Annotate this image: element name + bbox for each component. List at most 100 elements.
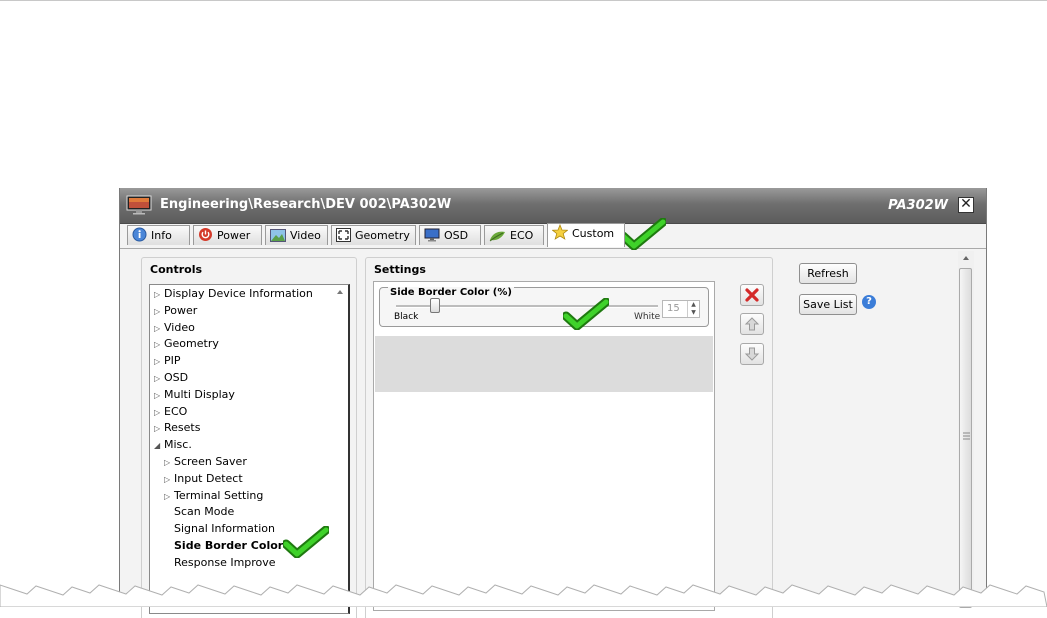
tab-osd[interactable]: OSD xyxy=(419,225,481,245)
tree-item[interactable]: ▷ PIP xyxy=(154,353,181,369)
move-up-button[interactable] xyxy=(740,313,764,335)
expand-arrow-icon[interactable]: ▷ xyxy=(154,388,164,404)
tab-eco[interactable]: ECO xyxy=(484,225,544,245)
expand-arrow-icon[interactable]: ▷ xyxy=(154,421,164,437)
tab-label: OSD xyxy=(444,229,469,242)
tree-item[interactable]: ▷ Multi Display xyxy=(154,387,235,403)
tree-item-label: Input Detect xyxy=(174,471,243,485)
tab-geometry[interactable]: Geometry xyxy=(331,225,416,245)
title-bar: Engineering\Research\DEV 002\PA302W PA30… xyxy=(120,188,986,224)
grip-icon xyxy=(963,432,970,440)
slider-max-label: White xyxy=(634,312,661,322)
tree-item[interactable]: Response Improve xyxy=(164,555,276,571)
tree-item[interactable]: ▷ Display Device Information xyxy=(154,286,313,302)
save-list-button[interactable]: Save List xyxy=(799,294,857,315)
expand-arrow-icon[interactable]: ▷ xyxy=(164,455,174,471)
tree-item-label: Side Border Color xyxy=(174,539,284,552)
expand-arrow-icon[interactable]: ▷ xyxy=(164,472,174,488)
app-window: Engineering\Research\DEV 002\PA302W PA30… xyxy=(119,188,987,618)
collapse-arrow-icon[interactable]: ◢ xyxy=(154,438,164,454)
tree-item[interactable]: ▷ ECO xyxy=(154,404,187,420)
spin-up-icon[interactable]: ▲ xyxy=(688,301,699,309)
window-title: Engineering\Research\DEV 002\PA302W xyxy=(160,197,452,212)
tree-item[interactable]: ▷ Input Detect xyxy=(164,471,243,487)
leaf-icon xyxy=(489,231,505,242)
tree-item-label: Power xyxy=(164,303,198,317)
delete-x-icon xyxy=(745,288,759,302)
tree-item-label: ECO xyxy=(164,404,188,418)
monitor-app-icon xyxy=(126,195,152,215)
top-divider xyxy=(0,0,1047,1)
slider-min-label: Black xyxy=(394,312,419,322)
tree-item[interactable]: ◢ Misc. xyxy=(154,437,192,453)
scroll-up-icon xyxy=(337,290,343,294)
expand-arrow-icon[interactable]: ▷ xyxy=(154,337,164,353)
tree-item[interactable]: ▷ Resets xyxy=(154,420,200,436)
spin-buttons[interactable]: ▲ ▼ xyxy=(687,301,699,317)
tree-item[interactable]: ▷ Screen Saver xyxy=(164,454,247,470)
tree-item-label: Display Device Information xyxy=(164,287,313,300)
model-name: PA302W xyxy=(888,198,948,213)
setting-title: Side Border Color (%) xyxy=(388,287,514,298)
tab-label: Geometry xyxy=(355,229,410,242)
tab-info[interactable]: Info xyxy=(127,225,190,245)
tab-bar: Info Power Video Geometry OSD ECO Custom xyxy=(120,223,986,249)
value-spinbox[interactable]: 15 ▲ ▼ xyxy=(662,300,700,318)
tab-custom[interactable]: Custom xyxy=(547,223,625,247)
close-button[interactable]: ✕ xyxy=(958,197,974,213)
settings-list[interactable]: Side Border Color (%) Black White 15 ▲ ▼ xyxy=(373,281,715,611)
window-scrollbar[interactable] xyxy=(958,251,974,608)
tree-item[interactable]: ▷ Terminal Setting xyxy=(164,488,263,504)
tree-item[interactable]: Side Border Color xyxy=(164,538,283,554)
refresh-button[interactable]: Refresh xyxy=(799,263,857,284)
tree-item-label: Geometry xyxy=(164,337,219,351)
settings-heading: Settings xyxy=(374,263,426,276)
tree-item[interactable]: Signal Information xyxy=(164,521,275,537)
star-icon xyxy=(551,223,569,240)
expand-arrow-icon[interactable]: ▷ xyxy=(154,405,164,421)
checkmark-icon xyxy=(620,218,666,250)
tree-item-label: Response Improve xyxy=(174,555,276,569)
tree-item-label: PIP xyxy=(164,354,181,368)
expand-arrow-icon[interactable]: ▷ xyxy=(154,321,164,337)
monitor-icon xyxy=(424,228,440,242)
tree-item[interactable]: Scan Mode xyxy=(164,504,234,520)
tab-video[interactable]: Video xyxy=(265,225,328,245)
delete-button[interactable] xyxy=(740,284,764,306)
scroll-up-icon[interactable] xyxy=(958,251,974,265)
spin-down-icon[interactable]: ▼ xyxy=(688,309,699,317)
geometry-icon xyxy=(336,228,351,242)
tree-scrollbar[interactable] xyxy=(332,285,348,614)
expand-arrow-icon[interactable]: ▷ xyxy=(164,489,174,505)
tree-item[interactable]: ▷ OSD xyxy=(154,370,188,386)
controls-tree[interactable]: ▷ Display Device Information ▷ Power ▷ Video ▷… xyxy=(149,284,350,614)
help-icon[interactable]: ? xyxy=(862,295,876,309)
tab-label: Info xyxy=(151,229,172,242)
arrow-down-icon xyxy=(744,347,760,361)
tab-label: ECO xyxy=(510,229,534,242)
video-icon xyxy=(270,229,286,242)
slider-thumb[interactable] xyxy=(430,298,441,313)
tree-item-label: Screen Saver xyxy=(174,455,247,468)
expand-arrow-icon[interactable]: ▷ xyxy=(154,304,164,320)
tab-power[interactable]: Power xyxy=(193,225,262,245)
empty-list-area xyxy=(375,336,713,392)
tree-item-label: Scan Mode xyxy=(174,505,235,519)
tab-label: Custom xyxy=(572,227,615,240)
tab-label: Video xyxy=(290,229,321,242)
tree-item[interactable]: ▷ Geometry xyxy=(154,336,219,352)
tree-item-label: Signal Information xyxy=(174,522,275,536)
scroll-thumb[interactable] xyxy=(959,268,972,608)
expand-arrow-icon[interactable]: ▷ xyxy=(154,354,164,370)
tree-item-label: Terminal Setting xyxy=(174,488,264,502)
tree-item[interactable]: ▷ Power xyxy=(154,303,197,319)
tree-item-label: Video xyxy=(164,320,195,334)
spin-value: 15 xyxy=(667,303,680,314)
tree-item[interactable]: ▷ Video xyxy=(154,320,195,336)
tree-item-label: Resets xyxy=(164,421,201,435)
expand-arrow-icon[interactable]: ▷ xyxy=(154,287,164,303)
tree-item-label: Misc. xyxy=(164,438,192,452)
move-down-button[interactable] xyxy=(740,343,764,365)
expand-arrow-icon[interactable]: ▷ xyxy=(154,371,164,387)
checkmark-icon xyxy=(563,298,609,330)
